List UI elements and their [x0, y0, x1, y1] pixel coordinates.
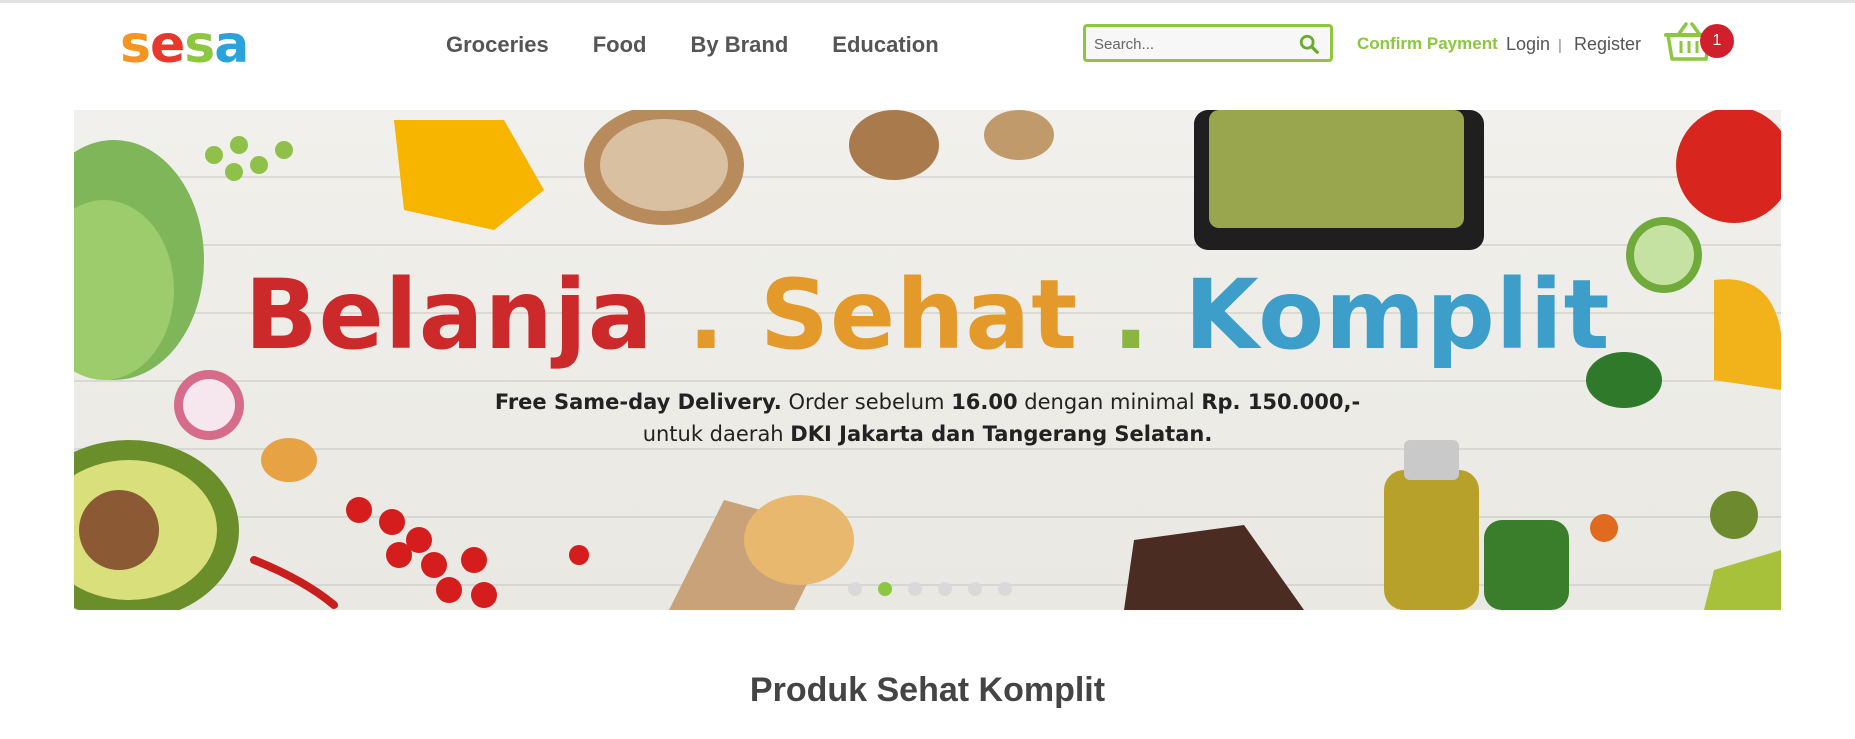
nav-education[interactable]: Education [832, 31, 938, 59]
subtitle-text: Order sebelum [781, 390, 952, 414]
banner-subtitle-line-2: untuk daerah DKI Jakarta dan Tangerang S… [74, 418, 1781, 450]
carousel-dot[interactable] [938, 582, 952, 596]
hero-banner[interactable]: Belanja . Sehat . Komplit Free Same-day … [74, 110, 1781, 610]
login-register-separator: | [1558, 37, 1562, 54]
search-icon[interactable] [1298, 33, 1320, 55]
nav-food[interactable]: Food [593, 31, 647, 59]
register-link[interactable]: Register [1574, 33, 1641, 55]
headline-word: Sehat [759, 259, 1079, 371]
headline-word: Komplit [1184, 259, 1611, 371]
carousel-dot[interactable] [908, 582, 922, 596]
headline-separator: . [653, 259, 760, 371]
sesa-logo[interactable]: sesa [120, 15, 249, 75]
subtitle-text: untuk daerah [642, 422, 791, 446]
banner-subtitle: Free Same-day Delivery. Order sebelum 16… [74, 386, 1781, 450]
banner-headline: Belanja . Sehat . Komplit [74, 260, 1781, 370]
search-input[interactable] [1094, 32, 1289, 56]
subtitle-text: Free Same-day Delivery. [494, 390, 782, 414]
carousel-dot[interactable] [968, 582, 982, 596]
subtitle-text: DKI Jakarta dan Tangerang Selatan. [790, 422, 1213, 446]
subtitle-text: 16.00 [951, 390, 1018, 414]
main-nav: Groceries Food By Brand Education [446, 31, 939, 59]
logo-letter: a [214, 15, 249, 75]
carousel-dot[interactable] [998, 582, 1012, 596]
headline-word: Belanja [244, 259, 654, 371]
subtitle-text: Rp. 150.000,- [1201, 390, 1361, 414]
logo-letter: e [149, 15, 185, 75]
logo-letter: s [120, 15, 151, 75]
cart-count-badge: 1 [1700, 24, 1734, 58]
carousel-dot-active[interactable] [878, 582, 892, 596]
search-box [1083, 24, 1333, 62]
carousel-dots [848, 582, 1012, 596]
nav-by-brand[interactable]: By Brand [691, 31, 789, 59]
subtitle-text: dengan minimal [1017, 390, 1202, 414]
header: sesa Groceries Food By Brand Education C… [0, 3, 1855, 83]
nav-groceries[interactable]: Groceries [446, 31, 549, 59]
section-title: Produk Sehat Komplit [749, 671, 1106, 709]
headline-separator: . [1078, 259, 1185, 371]
carousel-dot[interactable] [848, 582, 862, 596]
confirm-payment-link[interactable]: Confirm Payment [1357, 33, 1498, 55]
banner-subtitle-line-1: Free Same-day Delivery. Order sebelum 16… [74, 386, 1781, 418]
logo-letter: s [184, 15, 215, 75]
login-link[interactable]: Login [1506, 33, 1550, 55]
